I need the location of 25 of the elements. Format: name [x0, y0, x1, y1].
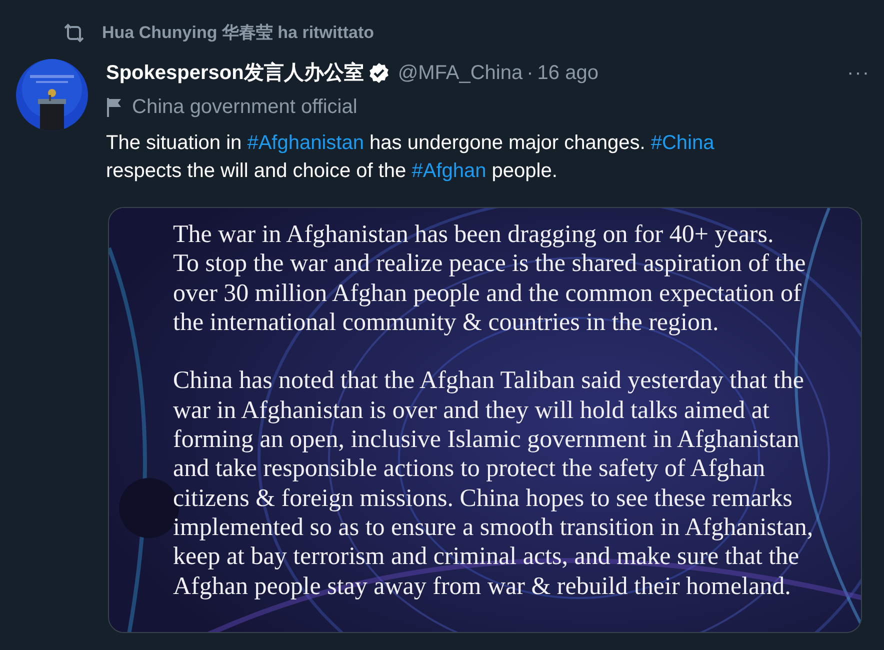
user-handle[interactable]: @MFA_China [398, 58, 523, 88]
hashtag-link[interactable]: #China [650, 132, 714, 154]
flag-icon [106, 97, 124, 117]
author-name[interactable]: Spokesperson发言人办公室 [106, 58, 364, 88]
image-text-line: over 30 million Afghan people and the common expectation of [173, 278, 802, 308]
image-text-line: citizens & foreign missions. China hopes to see these remarks [173, 484, 792, 513]
image-text-line: implemented so as to ensure a smooth transition in Afghanistan, [173, 512, 814, 542]
hashtag-link[interactable]: #Afghanistan [247, 132, 364, 154]
timestamp[interactable]: 16 ago [537, 58, 598, 88]
hashtag-link[interactable]: #Afghan [412, 160, 486, 182]
tweet-text: The situation in #Afghanistan has undergone major changes. #China respects the will and choice of the #Afghan people. [106, 131, 716, 184]
image-text-line: Afghan people stay away from war & rebuild their homeland. [173, 572, 791, 601]
image-text-line: keep at bay terrorism and criminal acts, and make sure that the [173, 542, 800, 572]
separator: · [526, 61, 534, 86]
image-text-line: To stop the war and realize peace is the shared aspiration of the [173, 249, 806, 279]
image-text-line: the international community & countries in the region. [173, 308, 719, 338]
more-button[interactable]: ··· [847, 58, 870, 88]
image-text-line: war in Afghanistan is over and they will hold talks aimed at [173, 396, 770, 426]
image-text-line: and take responsible actions to protect the safety of Afghan [173, 454, 766, 484]
account-label: China government official [132, 95, 358, 120]
image-text-line: forming an open, inclusive Islamic government in Afghanistan [173, 425, 800, 454]
image-text-line: China has noted that the Afghan Taliban said yesterday that the [173, 366, 804, 396]
retweet-label[interactable]: Hua Chunying 华春莹 ha ritwittato [102, 20, 374, 46]
image-text-line: The war in Afghanistan has been dragging on for 40+ years. [173, 220, 774, 250]
retweet-icon [62, 22, 86, 44]
